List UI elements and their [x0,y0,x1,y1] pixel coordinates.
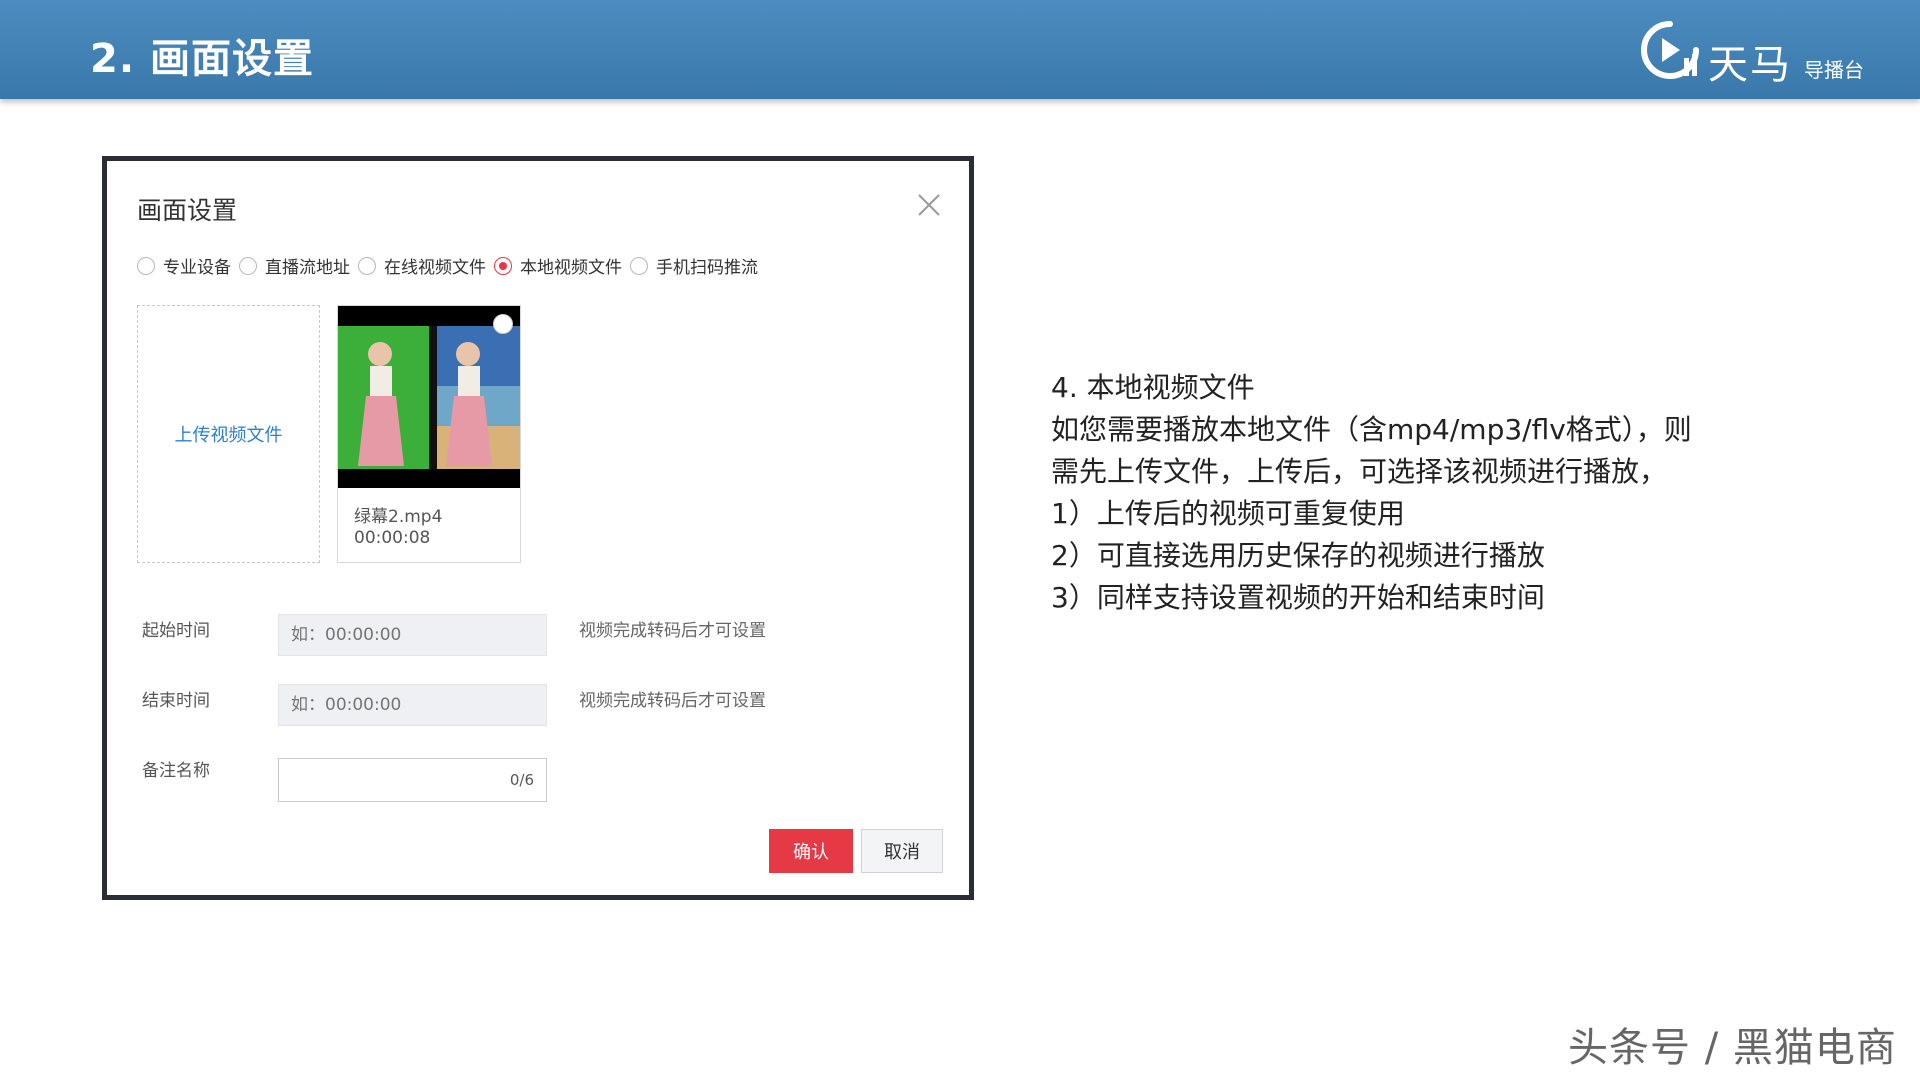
green-screen-preview-image [338,306,520,488]
notes-line: 3）同样支持设置视频的开始和结束时间 [1051,581,1545,614]
end-time-hint: 视频完成转码后才可设置 [579,691,766,711]
notes-line: 1）上传后的视频可重复使用 [1051,497,1405,530]
radio-label: 专业设备 [163,258,231,278]
start-time-input[interactable] [278,614,547,656]
upload-video-button[interactable]: 上传视频文件 [137,305,320,563]
radio-circle[interactable] [137,256,155,275]
radio-pro-device[interactable]: 专业设备 [137,253,231,278]
end-time-label: 结束时间 [142,691,210,711]
radio-stream-url[interactable]: 直播流地址 [239,253,350,278]
start-time-hint: 视频完成转码后才可设置 [579,621,766,641]
radio-local-video[interactable]: 本地视频文件 [494,253,622,278]
video-name: 绿幕2.mp4 [354,507,443,527]
video-card[interactable]: 绿幕2.mp4 00:00:08 [337,305,521,563]
radio-circle[interactable] [630,256,648,275]
play-logo-icon [1641,21,1699,79]
end-time-input[interactable] [278,684,547,726]
brand-name: 天马 [1708,42,1792,88]
close-button[interactable] [915,191,943,219]
radio-label: 在线视频文件 [384,258,486,278]
settings-dialog: 画面设置 专业设备 直播流地址 在线视频文件 本地视频文件 手机扫码推流 上传视… [102,156,974,900]
radio-circle[interactable] [358,256,376,275]
radio-label: 直播流地址 [265,258,350,278]
char-counter: 0/6 [509,771,534,789]
radio-label: 本地视频文件 [520,258,622,278]
source-radio-group: 专业设备 直播流地址 在线视频文件 本地视频文件 手机扫码推流 [137,253,766,278]
radio-circle-selected[interactable] [494,256,512,275]
notes-line: 需先上传文件，上传后，可选择该视频进行播放， [1051,455,1668,488]
video-duration: 00:00:08 [354,528,431,548]
remark-input[interactable]: 0/6 [278,758,547,802]
explanation-notes: 4. 本地视频文件 如您需要播放本地文件（含mp4/mp3/flv格式），则 需… [1051,367,1751,619]
notes-line: 2）可直接选用历史保存的视频进行播放 [1051,539,1545,572]
radio-label: 手机扫码推流 [656,258,758,278]
dialog-title: 画面设置 [137,196,238,225]
video-thumbnail [338,306,520,488]
radio-online-video[interactable]: 在线视频文件 [358,253,486,278]
upload-label: 上传视频文件 [174,425,283,446]
notes-heading: 4. 本地视频文件 [1051,371,1255,404]
watermark: 头条号 / 黑猫电商 [1568,1025,1897,1071]
slide-title: 2. 画面设置 [90,36,314,82]
radio-phone-scan[interactable]: 手机扫码推流 [630,253,758,278]
cancel-button[interactable]: 取消 [861,829,943,873]
confirm-button[interactable]: 确认 [769,829,853,873]
start-time-label: 起始时间 [142,621,210,641]
slide-header: 2. 画面设置 天马 导播台 [0,0,1920,99]
radio-circle[interactable] [239,256,257,275]
notes-line: 如您需要播放本地文件（含mp4/mp3/flv格式），则 [1051,413,1692,446]
close-icon [918,194,940,216]
remark-label: 备注名称 [142,761,210,781]
select-checkbox[interactable] [493,314,513,334]
brand-subtitle: 导播台 [1804,58,1864,82]
